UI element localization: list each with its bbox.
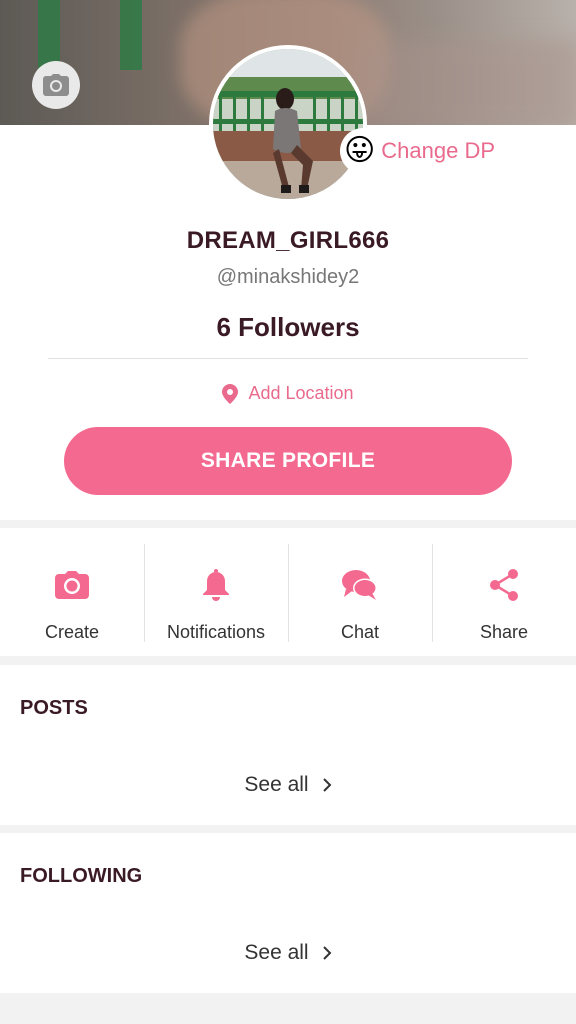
divider [48,358,528,359]
tongue-emoji-icon: 😛 [344,133,376,168]
chevron-right-icon [322,946,332,960]
camera-icon [43,74,69,96]
followers-count[interactable]: 6 Followers [0,312,576,343]
camera-icon [55,571,89,599]
chat-bubbles-icon [342,570,377,600]
create-button[interactable]: Create [0,528,144,656]
action-bar: Create Notifications Chat Share [0,528,576,656]
followers-label: Followers [238,312,360,342]
posts-section: POSTS See all [0,665,576,825]
change-dp-button[interactable]: 😛 Change DP [340,128,510,174]
cover-ground [360,40,576,125]
location-pin-icon [222,383,239,404]
cover-rail [38,0,60,70]
change-cover-button[interactable] [32,61,80,109]
share-profile-button[interactable]: SHARE PROFILE [64,427,512,495]
profile-username: DREAM_GIRL666 [186,227,390,254]
chat-button[interactable]: Chat [288,528,432,656]
create-label: Create [44,622,100,642]
notifications-label: Notifications [166,622,266,642]
chat-label: Chat [340,622,380,642]
see-all-label: See all [244,941,309,964]
following-section: FOLLOWING See all [0,833,576,993]
cover-rail [120,0,142,70]
notifications-button[interactable]: Notifications [144,528,288,656]
bell-icon [203,569,229,601]
posts-title: POSTS [20,697,88,719]
add-location-button[interactable]: Add Location [0,383,576,404]
see-all-label: See all [244,773,309,796]
add-location-label: Add Location [248,383,354,403]
followers-number: 6 [216,312,231,342]
share-icon [490,569,518,601]
avatar[interactable] [209,45,367,203]
share-label: Share [479,622,529,642]
change-dp-label: Change DP [381,138,496,163]
posts-see-all-button[interactable]: See all [0,773,576,797]
following-see-all-button[interactable]: See all [0,941,576,965]
chevron-right-icon [322,778,332,792]
profile-handle: @minakshidey2 [216,266,360,288]
following-title: FOLLOWING [20,865,143,887]
share-button[interactable]: Share [432,528,576,656]
